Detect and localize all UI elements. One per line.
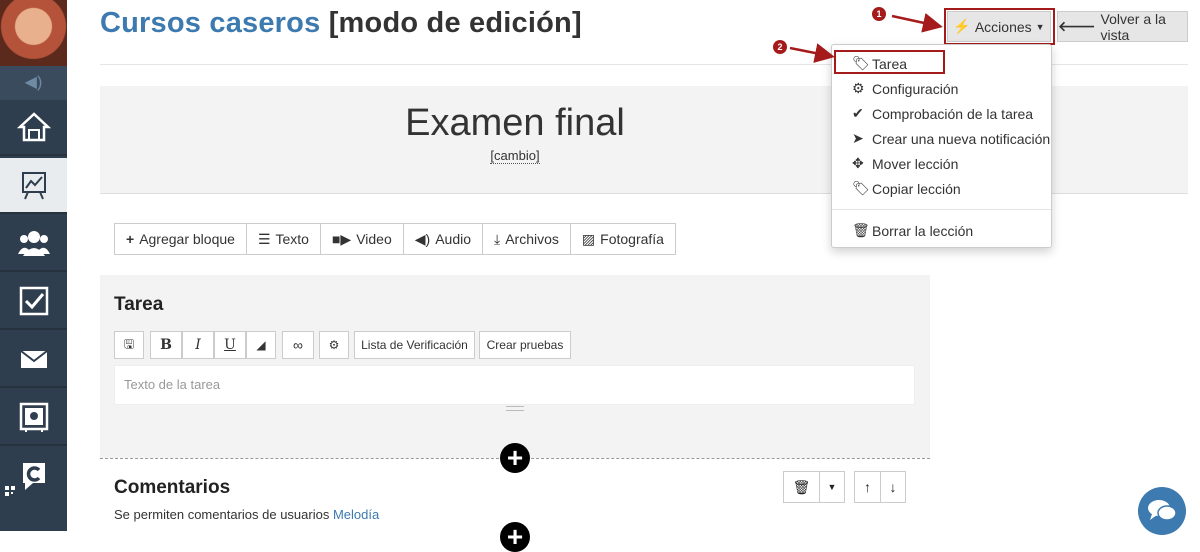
- video-camera-icon: ■▶: [331, 230, 352, 247]
- comments-title: Comentarios: [114, 477, 231, 498]
- menu-item-configuracion[interactable]: ⚙ Configuración: [852, 80, 958, 97]
- photo-label: Fotografía: [600, 231, 664, 247]
- checkbox-icon[interactable]: [0, 274, 67, 330]
- align-left-icon: ☰: [257, 230, 271, 247]
- menu-item-label: Configuración: [872, 80, 959, 97]
- comments-text: Se permiten comentarios de usuarios Melo…: [114, 507, 379, 522]
- lesson-title: Examen final: [405, 102, 625, 144]
- annotation-arrows: [789, 13, 943, 63]
- qr-icon[interactable]: [5, 486, 15, 496]
- menu-item-label: Mover lección: [872, 155, 959, 172]
- menu-item-label: Copiar lección: [872, 180, 961, 197]
- add-block-circle-icon[interactable]: +: [500, 443, 530, 473]
- checklist-button[interactable]: Lista de Verificación: [354, 331, 475, 359]
- sidebar: ◀): [0, 0, 67, 531]
- trash-icon[interactable]: 🗑: [783, 471, 820, 503]
- lesson-change-link[interactable]: [cambio]: [100, 148, 930, 164]
- menu-item-copiar[interactable]: 🏷 Copiar lección: [852, 180, 961, 197]
- editor-placeholder: Texto de la tarea: [124, 377, 221, 392]
- link-icon[interactable]: ∞: [282, 331, 314, 359]
- video-label: Video: [356, 231, 392, 247]
- files-block-button[interactable]: ⤓ Archivos: [483, 224, 571, 254]
- resize-handle[interactable]: [506, 406, 524, 411]
- menu-item-notificacion[interactable]: ➤ Crear una nueva notificación: [852, 130, 1050, 147]
- trash-icon: 🗑: [852, 222, 870, 238]
- comments-prefix: Se permiten comentarios de usuarios: [114, 507, 330, 522]
- avatar[interactable]: [0, 0, 67, 66]
- menu-item-borrar[interactable]: 🗑 Borrar la lección: [852, 222, 973, 239]
- menu-item-label: Comprobación de la tarea: [872, 105, 1034, 122]
- text-block-button[interactable]: ☰ Texto: [246, 224, 321, 254]
- menu-item-label: Crear una nueva notificación: [872, 130, 1051, 147]
- task-title: Tarea: [114, 294, 164, 315]
- task-text-editor[interactable]: [114, 365, 915, 405]
- download-icon: ⤓: [494, 230, 501, 247]
- text-label: Texto: [275, 231, 309, 247]
- megaphone-icon[interactable]: ◀): [0, 66, 67, 100]
- highlight-box-actions: [944, 8, 1055, 45]
- italic-button[interactable]: I: [182, 331, 214, 359]
- audio-label: Audio: [435, 231, 472, 247]
- create-tests-button[interactable]: Crear pruebas: [479, 331, 571, 359]
- plus-icon: +: [126, 231, 135, 247]
- arrow-left-icon: 🡐: [1058, 18, 1096, 34]
- image-icon: ▨: [581, 230, 596, 247]
- add-block-button[interactable]: + Agregar bloque: [115, 224, 247, 254]
- save-icon[interactable]: 🖫: [114, 331, 144, 359]
- home-icon[interactable]: [0, 100, 67, 156]
- bold-button[interactable]: B: [150, 331, 182, 359]
- volume-icon: ◀): [414, 230, 431, 247]
- content-toolbar: + Agregar bloque ☰ Texto ■▶ Video ◀) Audio ⤓…: [114, 223, 676, 255]
- move-icon: ✥: [852, 155, 864, 171]
- mode-label: [modo de edición]: [328, 7, 582, 39]
- page-title: Cursos caseros [modo de edición]: [100, 7, 582, 40]
- safe-icon[interactable]: [0, 390, 67, 446]
- course-title[interactable]: Cursos caseros: [100, 7, 320, 39]
- chat-icon[interactable]: [1138, 487, 1186, 535]
- users-icon[interactable]: [0, 216, 67, 272]
- photo-block-button[interactable]: ▨ Fotografía: [570, 224, 675, 254]
- back-to-view-button[interactable]: 🡐 Volver a la vista: [1057, 10, 1188, 43]
- check-icon: ✔: [852, 105, 864, 121]
- caret-down-icon[interactable]: ▼: [819, 471, 845, 503]
- comments-link[interactable]: Melodía: [333, 507, 379, 522]
- eraser-icon[interactable]: ◢: [246, 331, 276, 359]
- chart-board-icon[interactable]: [0, 158, 67, 214]
- files-label: Archivos: [505, 231, 559, 247]
- video-block-button[interactable]: ■▶ Video: [320, 224, 404, 254]
- add-block-label: Agregar bloque: [139, 231, 235, 247]
- gear-icon[interactable]: ⚙: [319, 331, 349, 359]
- underline-button[interactable]: U: [214, 331, 246, 359]
- send-icon: ➤: [852, 130, 864, 146]
- audio-block-button[interactable]: ◀) Audio: [403, 224, 484, 254]
- menu-item-mover[interactable]: ✥ Mover lección: [852, 155, 958, 172]
- arrow-down-icon[interactable]: ↓: [880, 471, 906, 503]
- menu-item-comprobacion[interactable]: ✔ Comprobación de la tarea: [852, 105, 1033, 122]
- menu-item-label: Borrar la lección: [872, 222, 974, 239]
- tags-icon: 🏷: [852, 180, 870, 196]
- arrow-up-icon[interactable]: ↑: [854, 471, 881, 503]
- step-badge-2: 2: [773, 40, 787, 54]
- mail-icon[interactable]: [0, 332, 67, 388]
- gear-icon: ⚙: [852, 80, 865, 96]
- back-label: Volver a la vista: [1100, 10, 1166, 43]
- change-link-text[interactable]: [cambio]: [490, 148, 540, 164]
- step-badge-1: 1: [872, 7, 886, 21]
- menu-divider: [832, 209, 1051, 210]
- add-block-circle-icon-bottom[interactable]: +: [500, 522, 530, 552]
